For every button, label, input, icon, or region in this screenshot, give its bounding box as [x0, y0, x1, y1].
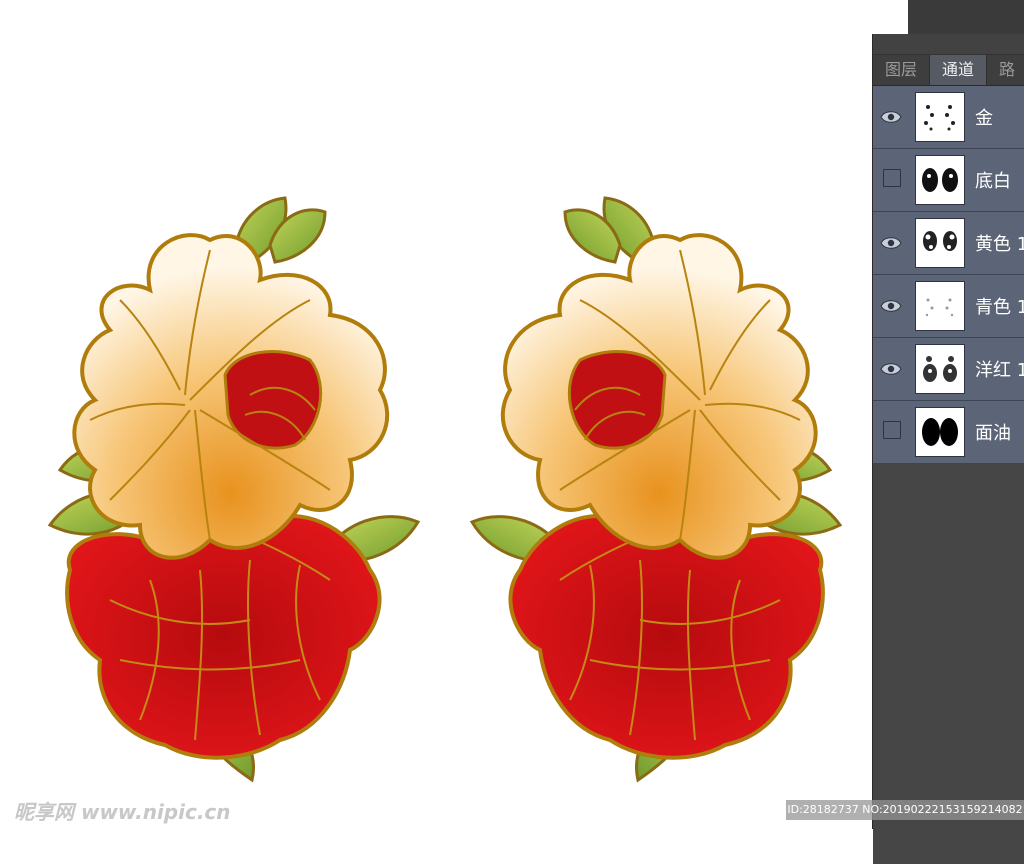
peony-artwork — [48, 196, 842, 782]
watermark-brand: 昵享网 www.nipic.cn — [14, 800, 231, 824]
channel-thumbnail — [915, 281, 965, 331]
channel-name: 洋红 1 — [975, 360, 1024, 381]
channel-row[interactable]: 洋红 1 — [873, 338, 1024, 401]
channel-thumbnail — [915, 155, 965, 205]
channel-name: 面油 — [975, 423, 1011, 444]
channels-panel: 图层 通道 路 金 底白 黄色 1 青色 1 洋红 1 面油 — [872, 34, 1024, 864]
channel-row[interactable]: 底白 — [873, 149, 1024, 212]
channel-name: 底白 — [975, 171, 1011, 192]
top-bar — [908, 0, 1024, 34]
eye-icon[interactable] — [880, 233, 902, 253]
watermark-id: ID:28182737 NO:20190222153159214082 — [786, 800, 1024, 820]
eye-icon[interactable] — [880, 359, 902, 379]
channel-name: 青色 1 — [975, 297, 1024, 318]
tab-paths[interactable]: 路 — [987, 55, 1024, 85]
left-peony — [48, 196, 420, 782]
artwork-canvas[interactable] — [0, 0, 872, 829]
right-peony — [470, 196, 842, 782]
tab-layers[interactable]: 图层 — [873, 55, 931, 85]
channel-row[interactable]: 黄色 1 — [873, 212, 1024, 275]
visibility-toggle[interactable] — [883, 169, 901, 187]
panel-grip[interactable] — [873, 34, 1024, 55]
channel-thumbnail — [915, 407, 965, 457]
eye-icon[interactable] — [880, 296, 902, 316]
channel-row[interactable]: 面油 — [873, 401, 1024, 464]
channel-thumbnail — [915, 218, 965, 268]
channel-row[interactable]: 青色 1 — [873, 275, 1024, 338]
visibility-toggle[interactable] — [883, 421, 901, 439]
tab-channels[interactable]: 通道 — [930, 55, 988, 85]
channel-thumbnail — [915, 92, 965, 142]
channel-row[interactable]: 金 — [873, 86, 1024, 149]
channel-name: 金 — [975, 108, 993, 129]
channel-name: 黄色 1 — [975, 234, 1024, 255]
channel-thumbnail — [915, 344, 965, 394]
panel-tabs: 图层 通道 路 — [873, 55, 1024, 86]
eye-icon[interactable] — [880, 107, 902, 127]
